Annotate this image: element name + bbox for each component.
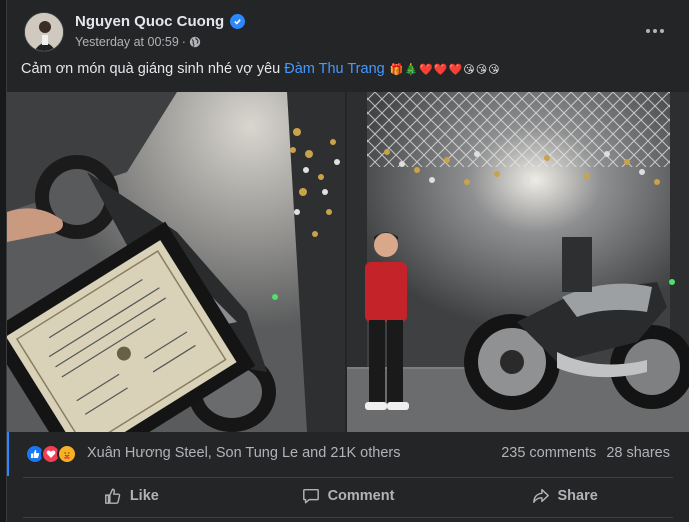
heart-emoji: ❤️ bbox=[433, 62, 448, 76]
photo-grid bbox=[7, 92, 689, 432]
photo-man-with-motorcycle[interactable] bbox=[347, 92, 689, 432]
more-options-button[interactable] bbox=[637, 17, 673, 45]
kiss-emoji: 😘 bbox=[488, 62, 500, 76]
share-label: Share bbox=[557, 488, 598, 504]
comment-icon bbox=[302, 487, 320, 505]
meta-separator: · bbox=[181, 35, 186, 49]
kiss-emoji: 😘 bbox=[475, 62, 488, 76]
caption-text: Cảm ơn món quà giáng sinh nhé vợ yêu bbox=[21, 61, 281, 77]
verified-badge-icon bbox=[230, 14, 246, 29]
thumbs-up-icon bbox=[104, 487, 122, 505]
heart-emoji: ❤️ bbox=[419, 62, 433, 76]
post-meta: Yesterday at 00:59 · bbox=[75, 35, 201, 49]
post-card: Nguyen Quoc Cuong Yesterday at 00:59 · C… bbox=[6, 0, 689, 522]
reactions-bar: Xuân Hương Steel, Son Tung Le and 21K ot… bbox=[7, 432, 689, 476]
post-timestamp[interactable]: Yesterday at 00:59 bbox=[75, 35, 179, 49]
care-icon bbox=[57, 444, 77, 464]
comment-button[interactable]: Comment bbox=[240, 479, 457, 513]
globe-icon[interactable] bbox=[189, 36, 201, 48]
dot-icon bbox=[660, 29, 664, 33]
avatar[interactable] bbox=[24, 12, 64, 52]
like-button[interactable]: Like bbox=[23, 479, 240, 513]
reaction-icons[interactable] bbox=[25, 444, 77, 464]
post-header: Nguyen Quoc Cuong Yesterday at 00:59 · bbox=[7, 0, 689, 60]
comment-label: Comment bbox=[327, 488, 395, 504]
kiss-emoji: 😘 bbox=[463, 62, 475, 76]
comments-count[interactable]: 235 comments bbox=[501, 445, 596, 461]
mention-link[interactable]: Đàm Thu Trang bbox=[284, 61, 384, 77]
reaction-names[interactable]: Xuân Hương Steel, Son Tung Le and 21K ot… bbox=[87, 445, 400, 461]
post-caption: Cảm ơn món quà giáng sinh nhé vợ yêu Đàm… bbox=[21, 61, 501, 77]
tree-emoji: 🎄 bbox=[404, 62, 419, 76]
like-label: Like bbox=[129, 488, 159, 504]
shares-count[interactable]: 28 shares bbox=[606, 445, 670, 461]
share-button[interactable]: Share bbox=[456, 479, 673, 513]
action-divider bbox=[23, 477, 673, 478]
engagement-counts: 235 comments 28 shares bbox=[501, 445, 670, 461]
heart-emoji: ❤️ bbox=[448, 62, 463, 76]
bottom-divider bbox=[23, 517, 673, 518]
action-bar: Like Comment Share bbox=[23, 479, 673, 513]
photo-certificate-motorcycle[interactable] bbox=[7, 92, 345, 432]
author-name[interactable]: Nguyen Quoc Cuong bbox=[75, 13, 224, 30]
author-name-row: Nguyen Quoc Cuong bbox=[75, 13, 246, 30]
share-icon bbox=[532, 487, 550, 505]
dot-icon bbox=[646, 29, 650, 33]
dot-icon bbox=[653, 29, 657, 33]
gift-emoji: 🎁 bbox=[389, 62, 404, 76]
